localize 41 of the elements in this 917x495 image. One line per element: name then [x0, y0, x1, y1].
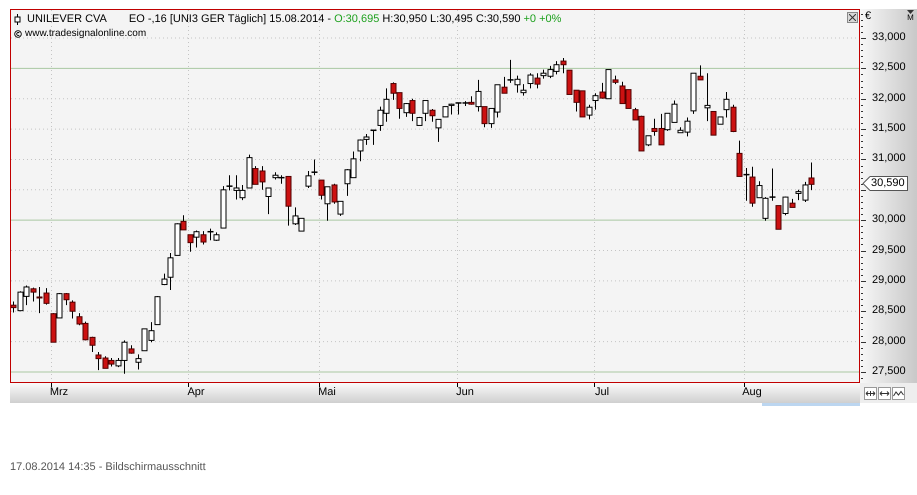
- candlestick-icon: [14, 14, 21, 24]
- arrows-icon: [865, 390, 876, 396]
- source-url: www.tradesignalonline.com: [25, 28, 146, 40]
- price-label: 31,000: [872, 152, 906, 166]
- quote-value: H:30,950: [382, 12, 427, 26]
- symbol-name: UNILEVER CVA: [27, 12, 107, 26]
- arrows-icon: [879, 390, 890, 396]
- chart-style-button[interactable]: [892, 386, 905, 400]
- scrollbar-thumb[interactable]: [762, 403, 860, 406]
- quote-value: L:30,495: [430, 12, 473, 26]
- price-label: 29,000: [872, 274, 906, 287]
- price-label: 31,500: [872, 122, 906, 136]
- currency-label: €: [865, 10, 872, 23]
- scale-mode-label[interactable]: M: [907, 14, 914, 22]
- price-label: 28,000: [872, 334, 906, 348]
- fit-width-button[interactable]: [864, 386, 877, 400]
- close-button[interactable]: [847, 12, 858, 23]
- month-label: Jul: [594, 386, 610, 399]
- price-label: 33,000: [872, 30, 906, 44]
- month-label: Jun: [456, 386, 474, 399]
- close-icon: [849, 14, 856, 21]
- wave-icon: [893, 390, 904, 396]
- quote-value: +0 +0%: [523, 12, 562, 26]
- quote-value: O:30,695: [334, 12, 380, 26]
- price-label: 30,000: [872, 213, 906, 226]
- dropdown-triangle-icon[interactable]: [907, 10, 914, 14]
- month-label: Aug: [742, 386, 762, 399]
- pointer-icon: [862, 176, 870, 192]
- price-label: 32,500: [872, 61, 906, 74]
- price-label: 29,500: [872, 244, 906, 257]
- month-label: Apr: [187, 386, 205, 399]
- price-label: 27,500: [872, 364, 906, 378]
- stretch-button[interactable]: [878, 386, 891, 400]
- price-label: 32,000: [872, 92, 906, 105]
- quote-value: C:30,590: [476, 12, 520, 26]
- month-label: Mai: [318, 386, 336, 399]
- copyright-icon: [14, 30, 22, 38]
- price-label: 28,500: [872, 304, 906, 318]
- month-label: Mrz: [50, 386, 68, 399]
- instrument-details: EO -,16 [UNI3 GER Täglich] 15.08.2014 -: [128, 12, 332, 26]
- caption: 17.08.2014 14:35 - Bildschirmausschnitt: [10, 461, 206, 473]
